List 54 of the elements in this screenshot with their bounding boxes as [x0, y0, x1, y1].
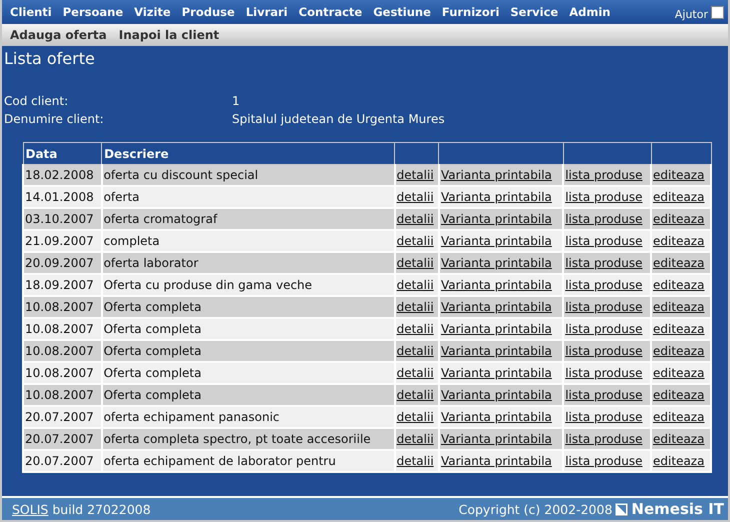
column-header: Data — [23, 142, 102, 164]
page-title: Lista oferte — [3, 48, 96, 70]
description-cell: Oferta completa — [102, 296, 395, 318]
date-cell: 20.07.2007 — [23, 406, 102, 428]
date-cell: 03.10.2007 — [23, 208, 102, 230]
app-link[interactable]: SOLIS — [12, 502, 48, 516]
description-cell: oferta echipament panasonic — [102, 406, 395, 428]
action-link[interactable]: Adauga oferta — [10, 28, 107, 42]
build-label: build 27022008 — [52, 502, 151, 516]
menu-item[interactable]: Produse — [182, 5, 235, 19]
menu-item[interactable]: Admin — [569, 5, 610, 19]
description-cell: Oferta completa — [102, 340, 395, 362]
date-cell: 10.08.2007 — [23, 384, 102, 406]
copyright-text: Copyright (c) 2002-2008 — [458, 502, 612, 516]
help-checkbox[interactable] — [711, 6, 724, 18]
menu-item[interactable]: Clienti — [10, 5, 52, 19]
menu-item[interactable]: Gestiune — [373, 5, 431, 19]
menu-item[interactable]: Service — [510, 5, 558, 19]
description-cell: oferta — [102, 186, 395, 208]
menu-item[interactable]: Vizite — [134, 5, 171, 19]
description-cell: Oferta completa — [102, 384, 395, 406]
date-cell: 10.08.2007 — [23, 318, 102, 340]
logo-icon — [615, 502, 628, 516]
description-cell: oferta completa spectro, pt toate accesoriile — [102, 428, 395, 450]
date-cell: 10.08.2007 — [23, 362, 102, 384]
description-cell: Oferta cu produse din gama veche — [102, 274, 395, 296]
date-cell: 20.09.2007 — [23, 252, 102, 274]
date-cell: 20.07.2007 — [23, 450, 102, 472]
field-label: Denumire client: — [4, 112, 105, 126]
field-value: Spitalul judetean de Urgenta Mures — [232, 112, 446, 126]
column-header: Descriere — [102, 142, 395, 164]
description-cell: oferta laborator — [102, 252, 395, 274]
menu-item[interactable]: Furnizori — [442, 5, 500, 19]
help-label: Ajutor — [674, 8, 708, 20]
date-cell: 18.02.2008 — [23, 164, 102, 186]
field-label: Cod client: — [4, 94, 70, 108]
menu-item[interactable]: Livrari — [246, 5, 288, 19]
date-cell: 14.01.2008 — [23, 186, 102, 208]
field-value: 1 — [232, 94, 241, 108]
description-cell: oferta cromatograf — [102, 208, 395, 230]
date-cell: 18.09.2007 — [23, 274, 102, 296]
action-link[interactable]: Inapoi la client — [118, 28, 220, 42]
description-cell: completa — [102, 230, 395, 252]
date-cell: 21.09.2007 — [23, 230, 102, 252]
date-cell: 10.08.2007 — [23, 296, 102, 318]
brand-name: Nemesis IT — [631, 500, 724, 518]
date-cell: 10.08.2007 — [23, 340, 102, 362]
menu-item[interactable]: Persoane — [62, 5, 124, 19]
description-cell: oferta echipament de laborator pentru — [102, 450, 395, 472]
date-cell: 20.07.2007 — [23, 428, 102, 450]
description-cell: oferta cu discount special — [102, 164, 395, 186]
description-cell: Oferta completa — [102, 362, 395, 384]
menu-item[interactable]: Contracte — [298, 5, 362, 19]
description-cell: Oferta completa — [102, 318, 395, 340]
